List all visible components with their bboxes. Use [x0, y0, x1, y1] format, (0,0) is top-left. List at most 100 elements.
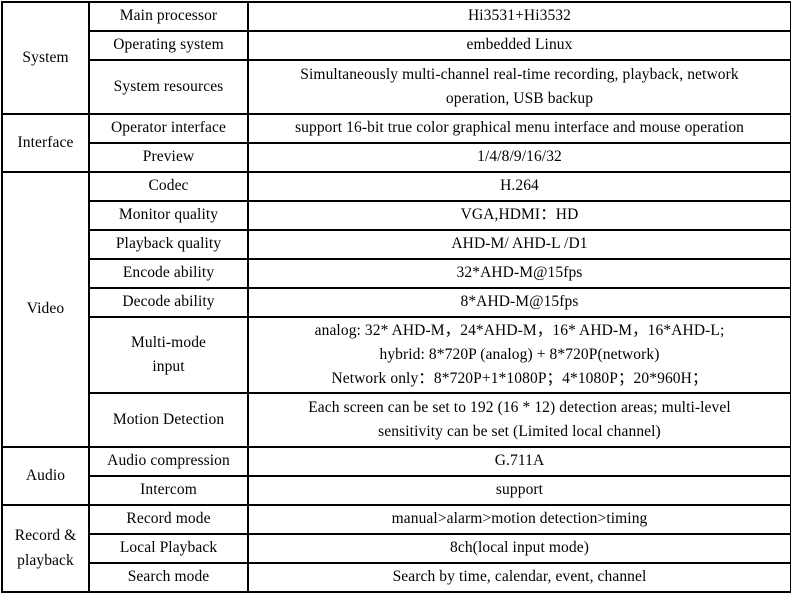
category-cell-system: System: [1, 1, 90, 115]
spec-name-cell-motion-detection: Motion Detection: [88, 392, 249, 448]
spec-name-cell-local-playback: Local Playback: [88, 533, 249, 564]
spec-name-cell-audio-compression: Audio compression: [88, 446, 249, 477]
spec-name-label: Operator interface: [111, 119, 226, 137]
spec-value-text: Hi3531+Hi3532: [467, 7, 572, 25]
spec-name-label: Main processor: [119, 7, 218, 25]
spec-name-label: Decode ability: [122, 293, 215, 311]
spec-value-text: Search by time, calendar, event, channel: [392, 568, 647, 586]
spec-value-cell-operating-system: embedded Linux: [247, 30, 791, 61]
spec-name-cell-system-resources: System resources: [88, 59, 249, 115]
spec-value-cell-system-resources: Simultaneously multi-channel real-time r…: [247, 59, 791, 115]
category-label: Interface: [17, 133, 74, 151]
spec-value-text: H.264: [500, 177, 539, 195]
spec-name-label: Multi-mode: [130, 333, 207, 351]
spec-value-cell-record-mode: manual>alarm>motion detection>timing: [247, 504, 791, 535]
spec-value-text: analog: 32* AHD-M，24*AHD-M，16* AHD-M，16*…: [314, 321, 725, 339]
spec-value-text: support: [495, 481, 544, 499]
table-row: Record & playback Record mode manual>alarm>…: [1, 504, 791, 593]
spec-name-label: Operating system: [113, 36, 224, 54]
spec-name-cell-decode-ability: Decode ability: [88, 287, 249, 318]
spec-value-text: sensitivity can be set (Limited local ch…: [378, 423, 661, 440]
spec-value-cell-monitor-quality: VGA,HDMI：HD: [247, 200, 791, 231]
spec-value-text: 1/4/8/9/16/32: [477, 148, 562, 166]
spec-name-cell-playback-quality: Playback quality: [88, 229, 249, 260]
category-label: Record &: [14, 527, 77, 545]
spec-value-text: VGA,HDMI：HD: [460, 206, 579, 224]
spec-name-cell-monitor-quality: Monitor quality: [88, 200, 249, 231]
table-row: Local Playback 8ch(local input mode): [2, 533, 791, 564]
spec-value-cell-preview: 1/4/8/9/16/32: [247, 142, 791, 173]
spec-name-cell-search-mode: Search mode: [88, 562, 249, 593]
spec-value-cell-multi-mode-input: analog: 32* AHD-M，24*AHD-M，16* AHD-M，16*…: [247, 316, 791, 394]
category-cell-audio: Audio: [1, 446, 90, 506]
table-row: Decode ability 8*AHD-M@15fps: [2, 287, 791, 318]
spec-value-text: Each screen can be set to 192 (16 * 12) …: [308, 398, 731, 416]
spec-value-cell-main-processor: Hi3531+Hi3532: [247, 1, 791, 32]
spec-value-cell-codec: H.264: [247, 171, 791, 202]
table-row: Motion Detection Each screen can be set t…: [2, 392, 791, 448]
spec-value-cell-local-playback: 8ch(local input mode): [247, 533, 791, 564]
table-row: Audio Audio compression G.711A: [1, 446, 791, 506]
category-label: System: [22, 48, 69, 66]
spec-value-text: hybrid: 8*720P (analog) + 8*720P(network…: [379, 345, 660, 363]
table-row: Playback quality AHD-M/ AHD-L /D1: [2, 229, 791, 260]
spec-value-cell-search-mode: Search by time, calendar, event, channel: [247, 562, 791, 593]
spec-value-cell-playback-quality: AHD-M/ AHD-L /D1: [247, 229, 791, 260]
spec-value-text: G.711A: [494, 452, 545, 470]
spec-value-cell-decode-ability: 8*AHD-M@15fps: [247, 287, 791, 318]
spec-value-text: embedded Linux: [466, 36, 573, 54]
table-row: Intercom support: [2, 475, 791, 506]
category-label: Audio: [25, 466, 66, 484]
spec-name-cell-preview: Preview: [88, 142, 249, 173]
spec-value-text: 32*AHD-M@15fps: [456, 264, 583, 282]
spec-value-text: 8ch(local input mode): [450, 539, 589, 557]
spec-name-label: Monitor quality: [118, 206, 219, 224]
spec-name-label: Codec: [148, 177, 189, 195]
spec-name-label: Playback quality: [115, 235, 222, 253]
spec-name-cell-operating-system: Operating system: [88, 30, 249, 61]
table-row: Preview 1/4/8/9/16/32: [2, 142, 791, 173]
spec-value-text: 8*AHD-M@15fps: [460, 293, 579, 311]
spec-name-cell-record-mode: Record mode: [88, 504, 249, 535]
spec-value-text: operation, USB backup: [445, 90, 594, 107]
table-row: Search mode Search by time, calendar, eve…: [2, 562, 791, 593]
spec-name-cell-intercom: Intercom: [88, 475, 249, 506]
spec-value-text: manual>alarm>motion detection>timing: [391, 510, 648, 528]
table-row: Multi-mode input analog: 32* AHD-M，24*AHD-…: [2, 316, 791, 394]
spec-value-cell-audio-compression: G.711A: [247, 446, 791, 477]
table-row: Video Codec H.264: [1, 171, 791, 448]
table-row: Operating system embedded Linux: [2, 30, 791, 61]
spec-name-label: System resources: [113, 77, 224, 95]
category-cell-video: Video: [1, 171, 90, 448]
specification-table-body: System Main processor Hi3531+Hi3532 Operati…: [1, 1, 791, 593]
spec-name-cell-main-processor: Main processor: [88, 1, 249, 32]
spec-name-label: Intercom: [140, 481, 197, 499]
spec-name-cell-multi-mode-input: Multi-mode input: [88, 316, 249, 394]
spec-value-cell-motion-detection: Each screen can be set to 192 (16 * 12) …: [247, 392, 791, 448]
spec-value-text: Simultaneously multi-channel real-time r…: [300, 65, 739, 83]
spec-value-text: AHD-M/ AHD-L /D1: [451, 235, 588, 253]
category-cell-record-playback: Record & playback: [1, 504, 90, 593]
spec-value-cell-operator-interface: support 16-bit true color graphical menu…: [247, 113, 791, 144]
table-row: System resources Simultaneously multi-cha…: [2, 59, 791, 115]
spec-name-cell-encode-ability: Encode ability: [88, 258, 249, 289]
spec-name-label: Audio compression: [107, 452, 230, 470]
spec-name-label: input: [152, 358, 185, 375]
table-row: Encode ability 32*AHD-M@15fps: [2, 258, 791, 289]
spec-name-label: Search mode: [127, 568, 210, 586]
spec-value-text: support 16-bit true color graphical menu…: [294, 119, 745, 137]
spec-value-cell-intercom: support: [247, 475, 791, 506]
spec-name-label: Preview: [142, 148, 195, 166]
spec-name-label: Local Playback: [119, 539, 218, 557]
spec-name-label: Motion Detection: [112, 410, 225, 428]
category-label: Video: [26, 300, 65, 318]
spec-name-cell-operator-interface: Operator interface: [88, 113, 249, 144]
spec-name-label: Record mode: [126, 510, 211, 528]
table-row: Monitor quality VGA,HDMI：HD: [2, 200, 791, 231]
specification-table: System Main processor Hi3531+Hi3532 Operati…: [1, 1, 791, 593]
category-cell-interface: Interface: [1, 113, 90, 173]
spec-name-cell-codec: Codec: [88, 171, 249, 202]
spec-value-text: Network only：8*720P+1*1080P；4*1080P；20*9…: [331, 370, 708, 387]
category-label: playback: [17, 551, 74, 569]
table-row: System Main processor Hi3531+Hi3532: [1, 1, 791, 115]
